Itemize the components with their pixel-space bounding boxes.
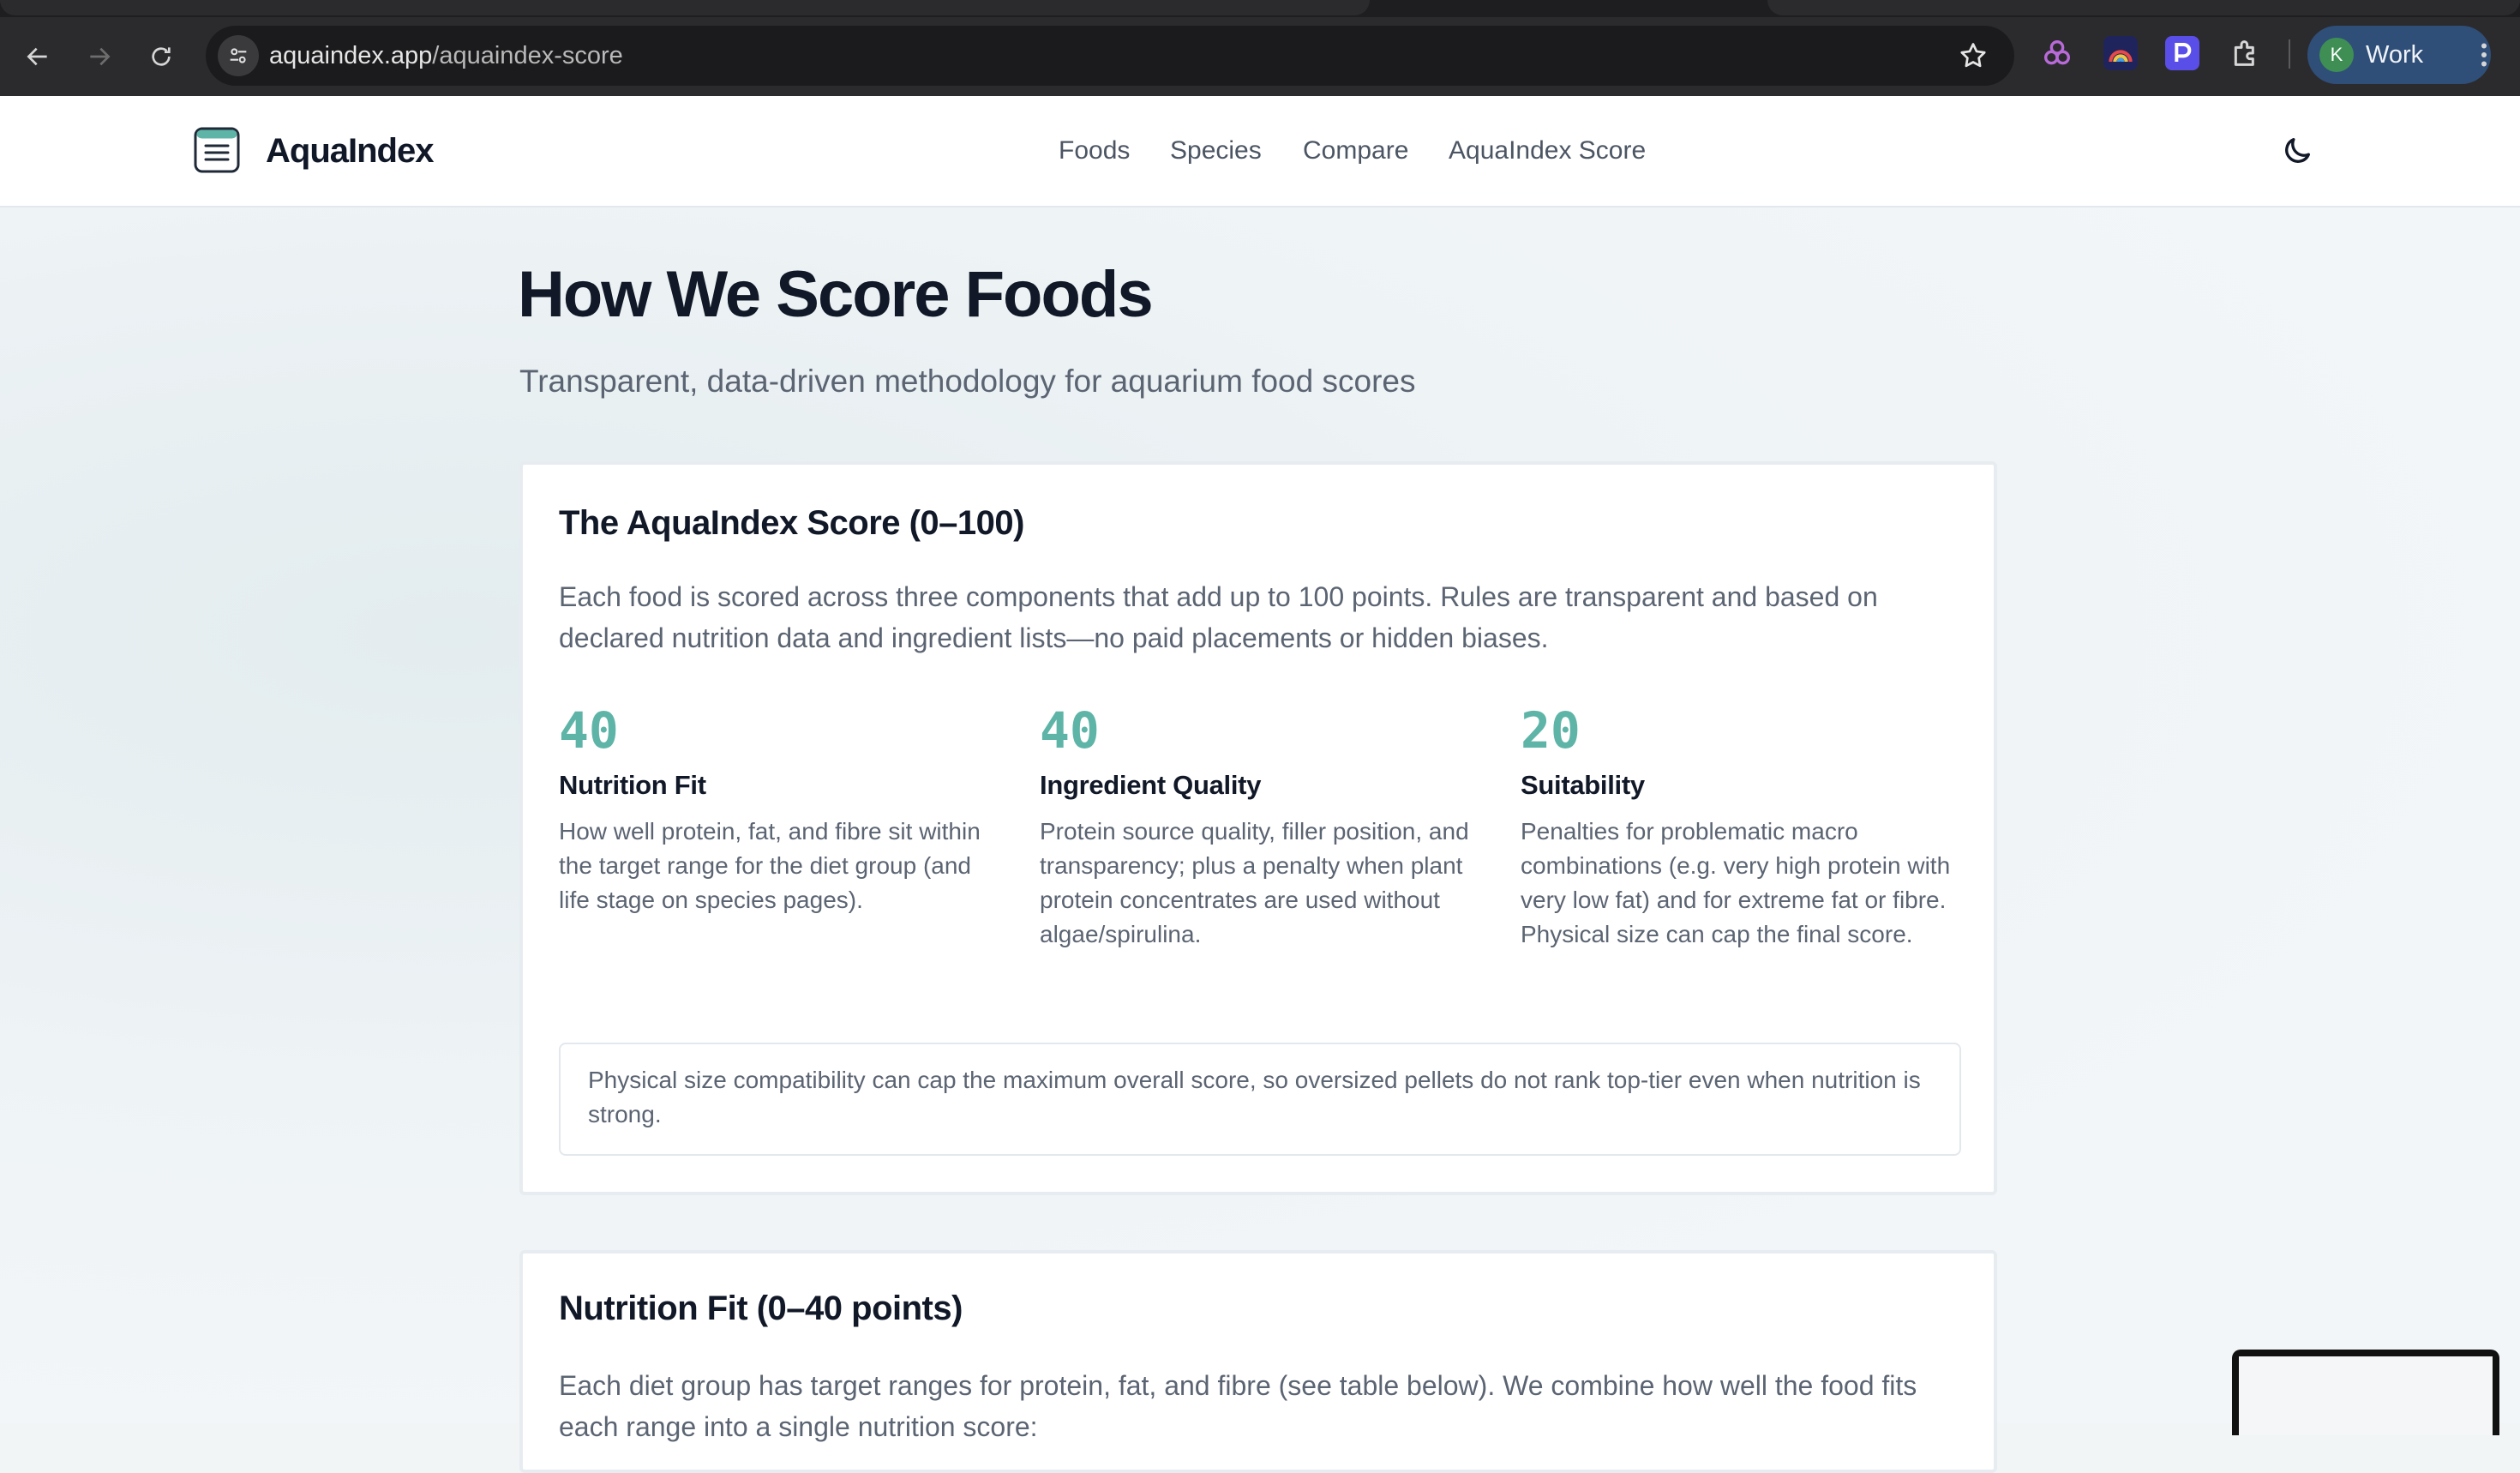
profile-name: Work	[2366, 40, 2424, 69]
component-name: Suitability	[1521, 770, 1645, 800]
browser-tab[interactable]	[1767, 0, 2520, 15]
nav-aquaindex-score[interactable]: AquaIndex Score	[1449, 96, 1646, 206]
size-cap-note: Physical size compatibility can cap the …	[559, 1043, 1961, 1156]
nutrition-fit-card: Nutrition Fit (0–40 points) Each diet gr…	[519, 1250, 1997, 1473]
score-card: The AquaIndex Score (0–100) Each food is…	[519, 461, 1997, 1195]
p-letter-icon	[2175, 43, 2192, 62]
avatar: K	[2319, 38, 2354, 72]
bookmark-star-icon[interactable]	[1958, 40, 1989, 71]
component-name: Nutrition Fit	[559, 770, 706, 800]
tune-icon	[230, 48, 247, 63]
picture-in-picture-preview[interactable]	[2232, 1350, 2499, 1435]
pip-page-thumbnail	[2239, 1356, 2493, 1435]
url-path: /aquaindex-score	[432, 42, 623, 69]
nutrition-card-intro: Each diet group has target ranges for pr…	[559, 1370, 1917, 1442]
site-info-button[interactable]	[218, 35, 259, 76]
forward-arrow-icon	[90, 47, 111, 66]
url-text: aquaindex.app/aquaindex-score	[269, 26, 623, 86]
extension-rainbow-icon[interactable]	[2103, 36, 2138, 70]
back-button[interactable]	[17, 36, 58, 77]
component-name: Ingredient Quality	[1040, 770, 1262, 800]
browser-menu-icon[interactable]	[2469, 38, 2499, 72]
extension-triple-circle-icon[interactable]	[2040, 36, 2074, 70]
component-points: 20	[1521, 701, 1581, 760]
nav-species[interactable]: Species	[1170, 96, 1262, 206]
component-nutrition-fit: 40 Nutrition Fit How well protein, fat, …	[559, 703, 1005, 917]
score-card-intro: Each food is scored across three compone…	[559, 581, 1878, 653]
browser-tab[interactable]	[0, 0, 1370, 15]
logo-icon[interactable]	[194, 127, 240, 173]
brand-name[interactable]: AquaIndex	[266, 96, 434, 206]
url-host: aquaindex.app	[269, 42, 433, 69]
extension-p-icon[interactable]	[2165, 36, 2199, 70]
component-ingredient-quality: 40 Ingredient Quality Protein source qua…	[1040, 703, 1485, 952]
browser-tab-strip	[0, 0, 2520, 17]
score-card-title: The AquaIndex Score (0–100)	[559, 504, 1024, 542]
page-subtitle: Transparent, data-driven methodology for…	[519, 364, 1416, 399]
profile-button[interactable]: K Work	[2307, 26, 2491, 84]
rainbow-icon	[2109, 50, 2133, 63]
component-description: Protein source quality, filler position,…	[1040, 818, 1469, 947]
browser-toolbar: aquaindex.app/aquaindex-score	[0, 17, 2520, 98]
nutrition-card-title: Nutrition Fit (0–40 points)	[559, 1290, 963, 1327]
reload-button[interactable]	[141, 36, 182, 77]
nav-foods[interactable]: Foods	[1059, 96, 1130, 206]
reload-icon	[152, 47, 171, 66]
component-suitability: 20 Suitability Penalties for problematic…	[1521, 703, 1966, 952]
site-header: AquaIndex Foods Species Compare AquaInde…	[0, 96, 2520, 207]
toolbar-divider	[2289, 39, 2290, 69]
address-bar[interactable]: aquaindex.app/aquaindex-score	[206, 26, 2014, 86]
extensions-puzzle-icon[interactable]	[2229, 36, 2263, 70]
nav-compare[interactable]: Compare	[1303, 96, 1408, 206]
forward-button[interactable]	[79, 36, 120, 77]
component-description: Penalties for problematic macro combinat…	[1521, 818, 1951, 947]
component-points: 40	[559, 701, 619, 760]
component-points: 40	[1040, 701, 1100, 760]
back-arrow-icon	[27, 47, 47, 66]
page-title: How We Score Foods	[518, 258, 1154, 331]
component-description: How well protein, fat, and fibre sit wit…	[559, 818, 981, 913]
dark-mode-moon-icon[interactable]	[2280, 134, 2314, 168]
